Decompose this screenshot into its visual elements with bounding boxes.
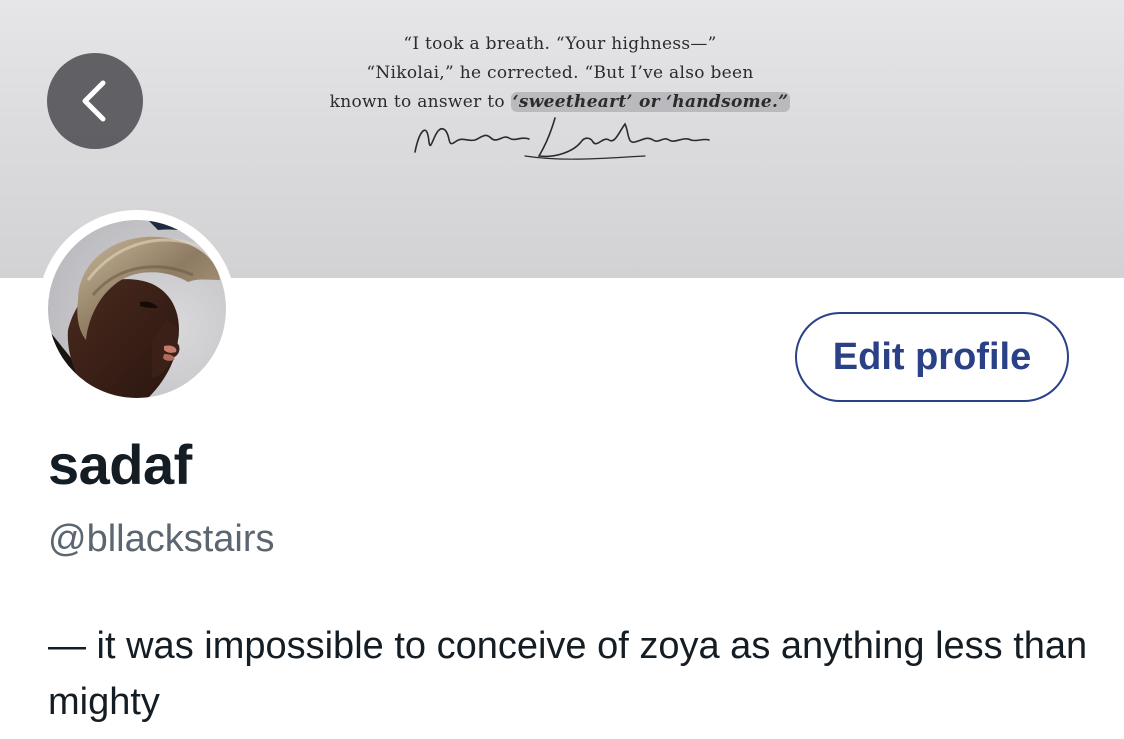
user-handle: @bllackstairs bbox=[48, 518, 275, 560]
banner-quote: “I took a breath. “Your highness—” “Niko… bbox=[300, 30, 820, 117]
back-button[interactable] bbox=[47, 53, 143, 149]
edit-profile-label: Edit profile bbox=[832, 335, 1032, 378]
chevron-left-icon bbox=[82, 80, 106, 122]
quote-line-2: “Nikolai,” he corrected. “But I’ve also … bbox=[366, 63, 754, 83]
signature-image bbox=[414, 117, 710, 160]
profile-page: “I took a breath. “Your highness—” “Niko… bbox=[0, 0, 1124, 739]
quote-line-3-text: known to answer to bbox=[329, 92, 511, 112]
quote-highlight: ‘sweetheart’ or ‘handsome.” bbox=[510, 92, 791, 112]
edit-profile-button[interactable]: Edit profile bbox=[795, 312, 1069, 402]
profile-bio: — it was impossible to conceive of zoya … bbox=[48, 625, 1088, 723]
avatar-image bbox=[48, 220, 226, 398]
avatar[interactable] bbox=[48, 220, 226, 398]
display-name: sadaf bbox=[48, 433, 192, 496]
quote-line-1: “I took a breath. “Your highness—” bbox=[403, 34, 717, 54]
